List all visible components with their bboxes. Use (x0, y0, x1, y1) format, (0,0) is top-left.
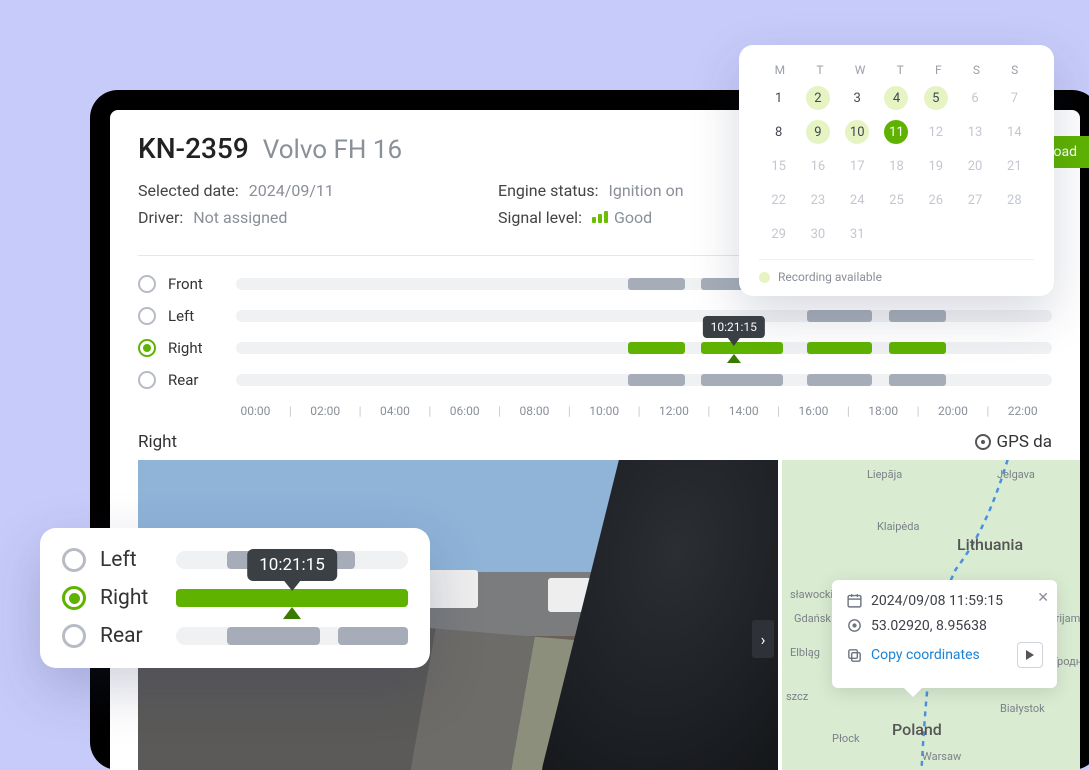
calendar-day-16[interactable]: 16 (798, 151, 837, 181)
camera-row-right[interactable]: Right 10:21:15 (138, 334, 1052, 362)
calendar-legend: Recording available (759, 259, 1034, 284)
zoom-radio-left[interactable] (62, 548, 86, 572)
calendar-day-11[interactable]: 11 (877, 117, 916, 147)
engine-status-value: Ignition on (608, 181, 683, 200)
calendar-day-4[interactable]: 4 (877, 83, 916, 113)
calendar-day-26[interactable]: 26 (916, 185, 955, 215)
copy-icon (846, 647, 863, 664)
calendar-day-17[interactable]: 17 (838, 151, 877, 181)
map-country-lithuania: Lithuania (957, 535, 1023, 554)
driver-label: Driver: (138, 208, 183, 227)
engine-status-label: Engine status: (498, 181, 598, 200)
calendar-day-29[interactable]: 29 (759, 219, 798, 249)
close-icon[interactable]: ✕ (1037, 590, 1049, 606)
calendar-day-18[interactable]: 18 (877, 151, 916, 181)
zoom-row-left[interactable]: Left (62, 548, 408, 572)
zoom-label-rear: Rear (100, 624, 162, 648)
zoom-radio-right[interactable] (62, 586, 86, 610)
copy-coordinates-link[interactable]: Copy coordinates (871, 647, 980, 663)
zoom-timeline-rear[interactable] (176, 627, 408, 645)
zoom-row-rear[interactable]: Rear (62, 624, 408, 648)
timeline-ticks: 00:00| 02:00| 04:00| 06:00| 08:00| 10:00… (110, 398, 1080, 418)
calendar-day-30[interactable]: 30 (798, 219, 837, 249)
popup-datetime: 2024/09/08 11:59:15 (871, 593, 1003, 609)
zoom-row-right[interactable]: Right 10:21:15 (62, 586, 408, 610)
zoom-radio-rear[interactable] (62, 624, 86, 648)
calendar-popup: MTWTFSS 12345678910111213141516171819202… (739, 45, 1054, 296)
camera-row-rear[interactable]: Rear (138, 366, 1052, 394)
camera-row-left[interactable]: Left (138, 302, 1052, 330)
calendar-day-27[interactable]: 27 (955, 185, 994, 215)
timeline-left[interactable] (236, 310, 1052, 322)
calendar-day-2[interactable]: 2 (798, 83, 837, 113)
location-icon (846, 617, 863, 634)
calendar-day-15[interactable]: 15 (759, 151, 798, 181)
selected-date-value: 2024/09/11 (249, 181, 334, 200)
zoom-playhead-icon[interactable] (283, 607, 301, 619)
calendar-icon (846, 592, 863, 609)
zoom-label-left: Left (100, 548, 162, 572)
playhead-icon[interactable] (727, 354, 741, 363)
calendar-day-31[interactable]: 31 (838, 219, 877, 249)
calendar-grid: 1234567891011121314151617181920212223242… (759, 83, 1034, 249)
calendar-day-6[interactable]: 6 (955, 83, 994, 113)
time-marker[interactable]: 10:21:15 (703, 316, 765, 346)
time-marker-value: 10:21:15 (703, 316, 765, 338)
calendar-day-14[interactable]: 14 (995, 117, 1034, 147)
driver-value: Not assigned (193, 208, 287, 227)
vehicle-plate: KN-2359 (138, 132, 249, 165)
calendar-day-7[interactable]: 7 (995, 83, 1034, 113)
zoom-label-right: Right (100, 586, 162, 610)
map-country-poland: Poland (892, 720, 942, 739)
map-popup: ✕ 2024/09/08 11:59:15 53.02920, 8.95638 … (832, 580, 1057, 688)
zoom-time-marker[interactable]: 10:21:15 (247, 549, 337, 591)
active-camera-title: Right (138, 432, 177, 452)
radio-front[interactable] (138, 275, 156, 293)
camera-label-left: Left (168, 307, 224, 325)
play-button[interactable] (1017, 642, 1043, 668)
calendar-day-8[interactable]: 8 (759, 117, 798, 147)
calendar-day-23[interactable]: 23 (798, 185, 837, 215)
camera-label-front: Front (168, 275, 224, 293)
selected-date-label: Selected date: (138, 181, 239, 200)
calendar-day-10[interactable]: 10 (838, 117, 877, 147)
legend-swatch-icon (759, 272, 770, 283)
calendar-day-1[interactable]: 1 (759, 83, 798, 113)
calendar-day-3[interactable]: 3 (838, 83, 877, 113)
timeline-right[interactable]: 10:21:15 (236, 342, 1052, 354)
calendar-day-28[interactable]: 28 (995, 185, 1034, 215)
calendar-day-24[interactable]: 24 (838, 185, 877, 215)
calendar-day-21[interactable]: 21 (995, 151, 1034, 181)
signal-level-label: Signal level: (498, 208, 582, 227)
signal-level-value: Good (592, 208, 652, 227)
signal-bars-icon (592, 211, 608, 223)
calendar-day-5[interactable]: 5 (916, 83, 955, 113)
radio-rear[interactable] (138, 371, 156, 389)
zoomed-timeline-panel: Left Right 10:21:15 Rear (40, 528, 430, 668)
vehicle-model: Volvo FH 16 (263, 135, 402, 165)
calendar-day-20[interactable]: 20 (955, 151, 994, 181)
calendar-day-25[interactable]: 25 (877, 185, 916, 215)
zoom-timeline-right[interactable]: 10:21:15 (176, 589, 408, 607)
popup-coordinates: 53.02920, 8.95638 (871, 618, 987, 634)
timeline-rear[interactable] (236, 374, 1052, 386)
camera-label-rear: Rear (168, 371, 224, 389)
next-frame-button[interactable]: › (752, 620, 774, 658)
camera-label-right: Right (168, 339, 224, 357)
calendar-day-9[interactable]: 9 (798, 117, 837, 147)
calendar-day-12[interactable]: 12 (916, 117, 955, 147)
radio-right[interactable] (138, 339, 156, 357)
calendar-weekdays: MTWTFSS (759, 63, 1034, 77)
calendar-day-22[interactable]: 22 (759, 185, 798, 215)
radio-left[interactable] (138, 307, 156, 325)
gps-map[interactable]: Lithuania Poland Liepāja Jelgava Klaipėd… (782, 460, 1080, 770)
target-icon (975, 434, 991, 450)
calendar-day-13[interactable]: 13 (955, 117, 994, 147)
gps-data-link[interactable]: GPS da (975, 432, 1052, 452)
calendar-day-19[interactable]: 19 (916, 151, 955, 181)
